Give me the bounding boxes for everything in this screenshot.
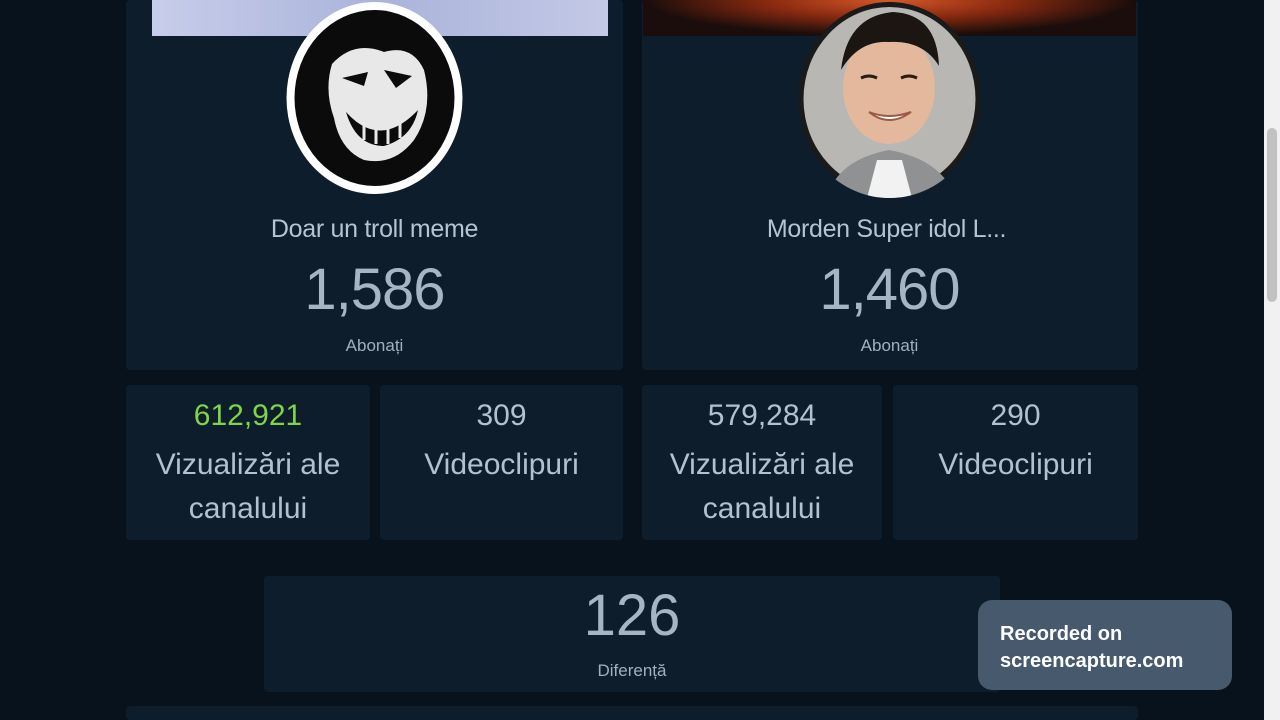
views-label-line: canalului bbox=[188, 492, 308, 525]
person-photo-icon[interactable] bbox=[797, 0, 982, 198]
scrollbar-track[interactable] bbox=[1264, 0, 1280, 720]
videos-label: Videoclipuri bbox=[424, 448, 579, 481]
videos-card-left: 309 Videoclipuri bbox=[380, 385, 623, 540]
videos-card-right: 290 Videoclipuri bbox=[893, 385, 1138, 540]
subscriber-label: Abonați bbox=[860, 336, 919, 355]
difference-value: 126 bbox=[583, 583, 681, 648]
videos-label: Videoclipuri bbox=[938, 448, 1093, 481]
channel-name[interactable]: Morden Super idol L... bbox=[638, 215, 1135, 244]
subscriber-count: 1,460 bbox=[819, 257, 960, 322]
difference-label: Diferență bbox=[597, 661, 667, 680]
next-card bbox=[126, 706, 1138, 720]
subscriber-label: Abonați bbox=[345, 336, 404, 355]
views-count: 579,284 bbox=[707, 399, 817, 432]
troll-face-icon[interactable] bbox=[284, 0, 465, 196]
views-label-line: Vizualizări ale bbox=[155, 448, 341, 481]
recording-watermark: Recorded on screencapture.com bbox=[978, 600, 1232, 690]
watermark-line: Recorded on bbox=[1000, 623, 1123, 645]
difference-card: 126 Diferență bbox=[264, 576, 1000, 692]
views-label-line: Vizualizări ale bbox=[669, 448, 855, 481]
videos-count: 309 bbox=[476, 399, 527, 432]
views-count: 612,921 bbox=[193, 399, 303, 432]
videos-count: 290 bbox=[990, 399, 1041, 432]
subscriber-count: 1,586 bbox=[304, 257, 445, 322]
views-card-right: 579,284 Vizualizări ale canalului bbox=[642, 385, 882, 540]
views-label-line: canalului bbox=[702, 492, 822, 525]
channel-name[interactable]: Doar un troll meme bbox=[126, 215, 623, 244]
views-label: Vizualizări ale canalului bbox=[126, 443, 370, 531]
views-label: Vizualizări ale canalului bbox=[642, 443, 882, 531]
scrollbar-thumb[interactable] bbox=[1267, 128, 1277, 302]
watermark-line: screencapture.com bbox=[1000, 650, 1184, 672]
views-card-left: 612,921 Vizualizări ale canalului bbox=[126, 385, 370, 540]
